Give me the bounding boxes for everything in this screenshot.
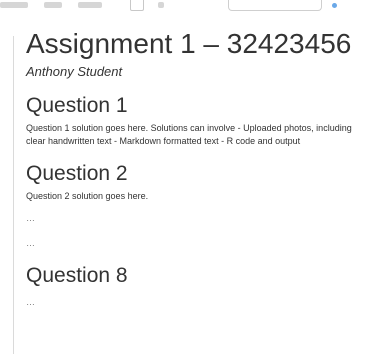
- document-body: Assignment 1 – 32423456 Anthony Student …: [26, 27, 368, 308]
- toolbar-fragment: [44, 2, 62, 8]
- question-1-heading: Question 1: [26, 94, 128, 117]
- document-title: Assignment 1 – 32423456: [26, 28, 352, 59]
- ellipsis-placeholder: …: [26, 213, 35, 223]
- document-viewport: Assignment 1 – 32423456 Anthony Student …: [0, 0, 368, 354]
- question-2-heading: Question 2: [26, 162, 128, 185]
- toolbar-search-field[interactable]: [228, 0, 322, 11]
- left-divider: [13, 36, 14, 354]
- toolbar-fragment: [158, 2, 164, 8]
- question-8-heading: Question 8: [26, 264, 128, 287]
- toolbar-status-dot-icon: [332, 3, 337, 8]
- ellipsis-placeholder: …: [26, 297, 35, 307]
- question-1-text: Question 1 solution goes here. Solutions…: [26, 123, 352, 146]
- document-author: Anthony Student: [26, 64, 123, 79]
- ellipsis-placeholder: …: [26, 238, 35, 248]
- toolbar-fragment: [0, 2, 28, 8]
- toolbar-icon[interactable]: [130, 0, 144, 11]
- question-2-text: Question 2 solution goes here.: [26, 191, 149, 201]
- cropped-browser-toolbar: [0, 0, 368, 12]
- toolbar-fragment: [78, 2, 102, 8]
